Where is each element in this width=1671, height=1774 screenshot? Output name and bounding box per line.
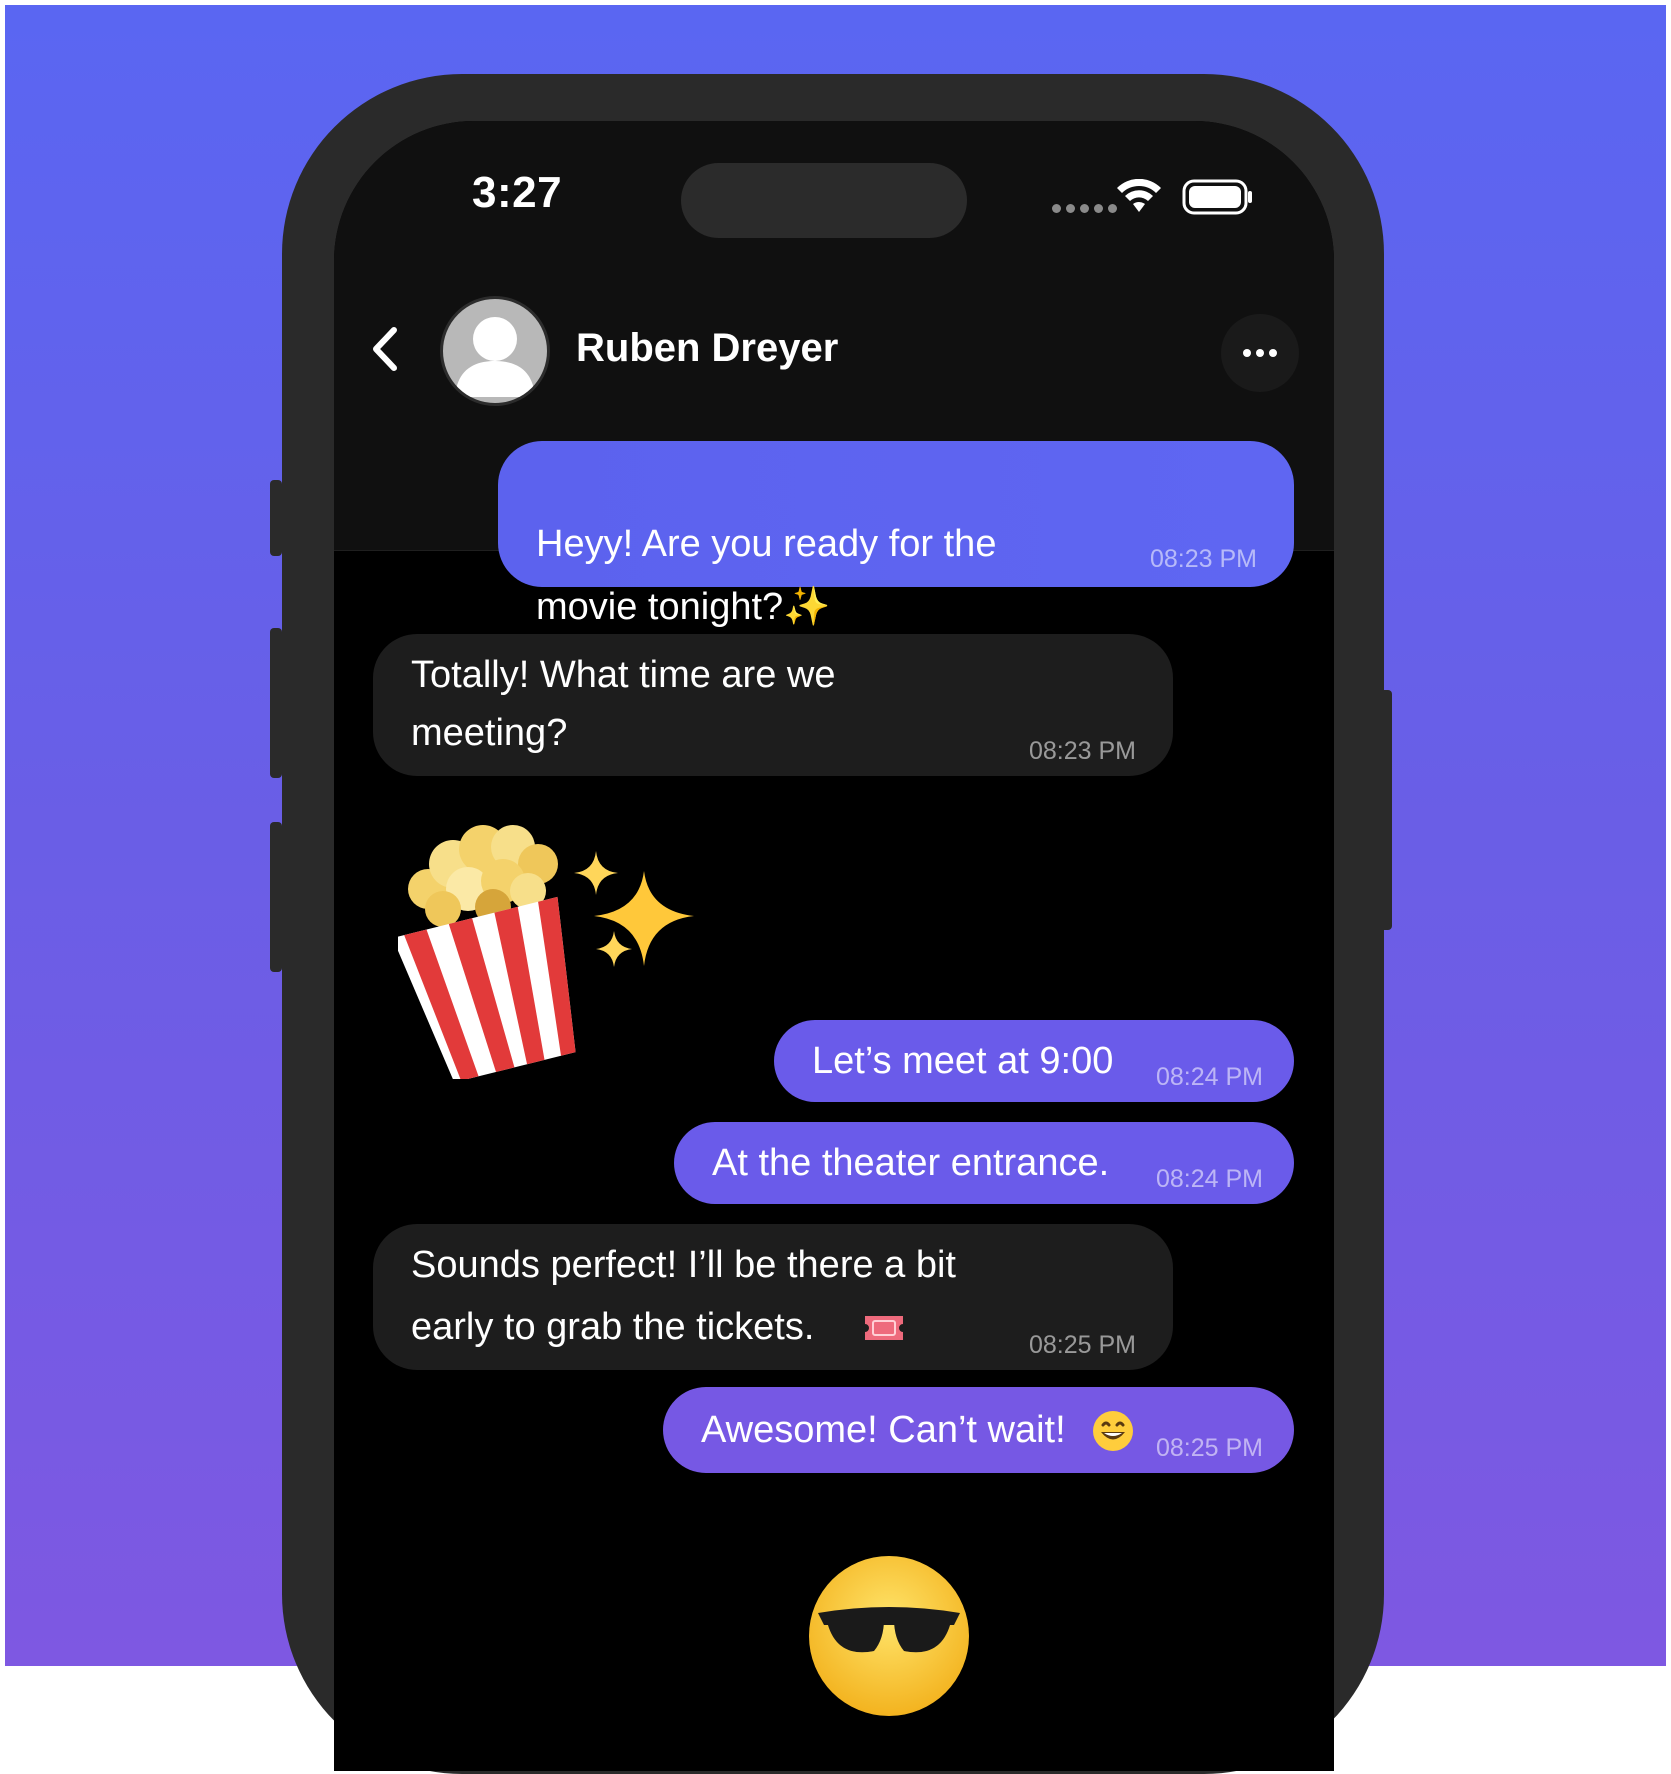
volume-down-button [270,822,282,972]
message-text: Totally! What time are we meeting? [411,654,836,754]
person-icon [455,317,535,397]
back-chevron-icon[interactable] [370,326,400,372]
message-bubble-incoming[interactable]: Totally! What time are we meeting? 08:23… [373,634,1173,776]
more-options-button[interactable] [1221,314,1299,392]
message-time: 08:25 PM [1029,1331,1137,1359]
battery-icon [1182,179,1252,215]
contact-name[interactable]: Ruben Dreyer [576,326,838,371]
sparkles-emoji: ✨ [783,584,831,628]
message-bubble-outgoing[interactable]: At the theater entrance. 08:24 PM [674,1122,1294,1204]
message-text: Awesome! Can’t wait! [701,1409,1066,1451]
dynamic-island [681,163,967,238]
phone-screen: 3:27 Ruben Dreyer Heyy! Are you ready fo… [334,121,1334,1771]
message-time: 08:23 PM [1150,545,1258,573]
message-text: Let’s meet at 9:00 [812,1040,1114,1082]
message-time: 08:25 PM [1156,1434,1264,1462]
message-bubble-outgoing[interactable]: Heyy! Are you ready for the movie tonigh… [498,441,1294,628]
message-bubble-incoming[interactable]: Sounds perfect! I’ll be there a bit earl… [373,1224,1173,1370]
message-time: 08:24 PM [1156,1165,1264,1193]
sparkles-icon [574,851,694,967]
status-bar: 3:27 [334,121,1334,281]
sunglasses-face-sticker[interactable] [804,1551,974,1721]
wifi-icon [1117,179,1161,212]
message-text: Heyy! Are you ready for the movie tonigh… [536,523,997,628]
ticket-icon [865,1316,903,1340]
volume-up-button [270,628,282,778]
cellular-signal-icon [1052,204,1117,213]
power-button [1380,690,1392,930]
status-time: 3:27 [472,168,563,217]
message-text: At the theater entrance. [712,1142,1110,1184]
contact-avatar[interactable] [440,296,550,406]
message-bubble-outgoing[interactable]: Let’s meet at 9:00 08:24 PM [774,1020,1294,1102]
message-time: 08:24 PM [1156,1063,1264,1091]
message-time: 08:23 PM [1029,737,1137,765]
message-text: Sounds perfect! I’ll be there a bit earl… [411,1244,956,1348]
grinning-face-icon [1093,1411,1133,1451]
action-button [270,480,282,556]
message-bubble-outgoing[interactable]: Awesome! Can’t wait! 08:25 PM [663,1387,1294,1473]
